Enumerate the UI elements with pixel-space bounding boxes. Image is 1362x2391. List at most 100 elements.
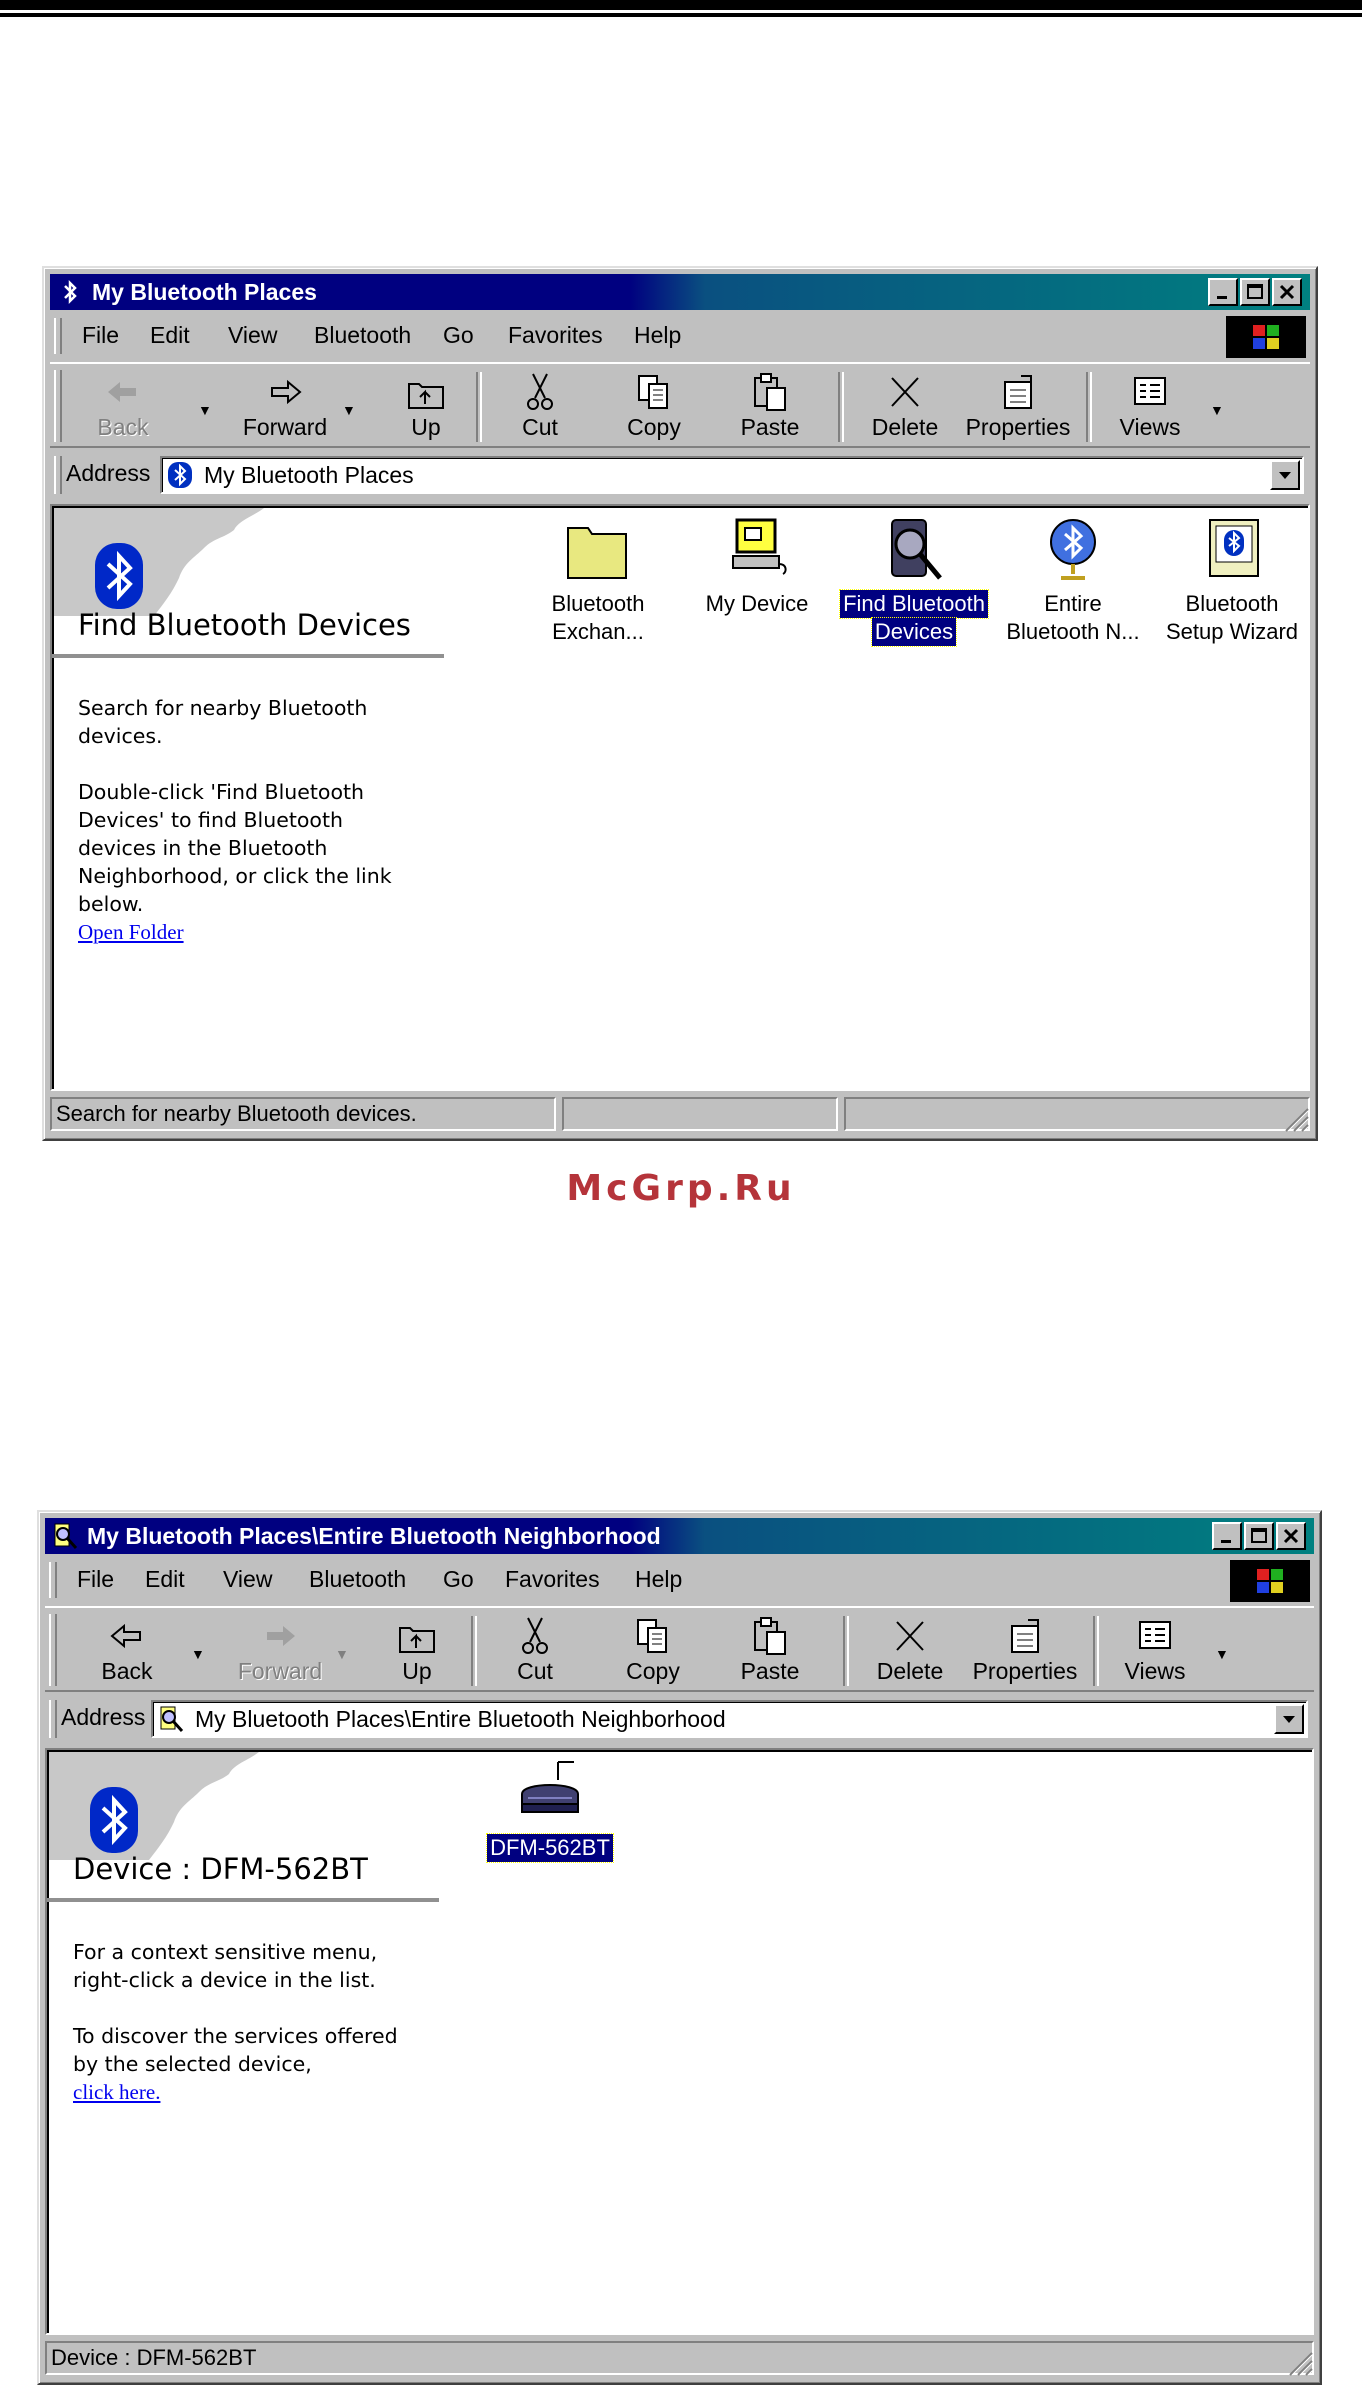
title-bar[interactable]: My Bluetooth Places\Entire Bluetooth Nei…	[45, 1518, 1314, 1554]
resize-grip-icon[interactable]	[1280, 1103, 1310, 1133]
chevron-down-icon	[1283, 1716, 1295, 1723]
menu-view[interactable]: View	[223, 1566, 272, 1593]
delete-button[interactable]: Delete	[860, 372, 950, 442]
toolbar-grip[interactable]	[49, 1614, 57, 1686]
back-dropdown-icon[interactable]: ▼	[198, 402, 212, 418]
menu-favorites[interactable]: Favorites	[508, 322, 603, 349]
maximize-button[interactable]	[1244, 1522, 1274, 1550]
back-button[interactable]: Back	[78, 372, 168, 442]
scissors-icon	[522, 1617, 548, 1654]
menu-grip[interactable]	[54, 318, 62, 354]
views-button[interactable]: Views	[1115, 1616, 1195, 1686]
menu-go[interactable]: Go	[443, 1566, 474, 1593]
item-entire-bluetooth-neighborhood[interactable]: Entire Bluetooth N...	[998, 514, 1148, 646]
forward-button[interactable]: Forward	[230, 372, 340, 442]
title-bar[interactable]: My Bluetooth Places	[50, 274, 1310, 310]
item-bluetooth-exchange[interactable]: Bluetooth Exchan...	[523, 514, 673, 646]
maximize-icon	[1251, 1528, 1267, 1543]
toolbar-separator	[476, 372, 482, 442]
forward-arrow-icon	[271, 379, 302, 405]
page-rule-thin	[0, 13, 1362, 17]
address-grip[interactable]	[54, 456, 62, 494]
forward-dropdown-icon[interactable]: ▼	[342, 402, 356, 418]
paste-icon	[754, 373, 786, 411]
standard-toolbar: Back ▼ Forward ▼ Up Cut Copy Paste Delet…	[50, 362, 1310, 448]
pane-title: Device : DFM-562BT	[73, 1852, 368, 1886]
chevron-down-icon	[1279, 472, 1291, 479]
close-button[interactable]	[1276, 1522, 1306, 1550]
views-dropdown-icon[interactable]: ▼	[1215, 1646, 1229, 1662]
item-find-bluetooth-devices[interactable]: Find Bluetooth Devices	[839, 514, 989, 647]
menu-favorites[interactable]: Favorites	[505, 1566, 600, 1593]
close-button[interactable]	[1272, 278, 1302, 306]
resize-grip-icon[interactable]	[1284, 2347, 1314, 2377]
bluetooth-logo-icon	[90, 1787, 138, 1853]
cut-button[interactable]: Cut	[500, 372, 580, 442]
minimize-button[interactable]	[1212, 1522, 1242, 1550]
toolbar-separator	[838, 372, 844, 442]
menu-bar: File Edit View Bluetooth Go Favorites He…	[45, 1558, 1314, 1602]
properties-button[interactable]: Properties	[958, 372, 1078, 442]
paste-button[interactable]: Paste	[730, 372, 810, 442]
delete-x-icon	[896, 1621, 924, 1651]
delete-button[interactable]: Delete	[865, 1616, 955, 1686]
menu-file[interactable]: File	[82, 322, 119, 349]
address-dropdown-button[interactable]	[1274, 1704, 1304, 1734]
address-input[interactable]: My Bluetooth Places	[160, 456, 1304, 494]
status-bar: Device : DFM-562BT	[45, 2339, 1314, 2377]
delete-x-icon	[891, 377, 919, 407]
open-folder-link[interactable]: Open Folder	[78, 920, 184, 944]
status-text: Device : DFM-562BT	[45, 2341, 1314, 2375]
views-button[interactable]: Views	[1110, 372, 1190, 442]
menu-grip[interactable]	[49, 1562, 57, 1598]
windows-logo-icon	[1226, 316, 1306, 358]
back-button[interactable]: Back	[87, 1616, 167, 1686]
bluetooth-icon	[168, 462, 192, 488]
globe-icon	[1050, 519, 1096, 580]
address-bar: Address My Bluetooth Places	[50, 452, 1310, 498]
cut-button[interactable]: Cut	[495, 1616, 575, 1686]
address-grip[interactable]	[49, 1700, 57, 1738]
folder-view: Device : DFM-562BT For a context sensiti…	[45, 1748, 1314, 2335]
forward-button[interactable]: Forward	[225, 1616, 335, 1686]
properties-button[interactable]: Properties	[965, 1616, 1085, 1686]
folder-view: Find Bluetooth Devices Search for nearby…	[50, 504, 1310, 1091]
copy-button[interactable]: Copy	[613, 1616, 693, 1686]
menu-bluetooth[interactable]: Bluetooth	[314, 322, 411, 349]
menu-bluetooth[interactable]: Bluetooth	[309, 1566, 406, 1593]
minimize-button[interactable]	[1208, 278, 1238, 306]
up-button[interactable]: Up	[377, 1616, 457, 1686]
copy-button[interactable]: Copy	[614, 372, 694, 442]
up-button[interactable]: Up	[386, 372, 466, 442]
paste-button[interactable]: Paste	[730, 1616, 810, 1686]
watermark-text: McGrp.Ru	[566, 1168, 796, 1209]
maximize-button[interactable]	[1240, 278, 1270, 306]
item-device-dfm-562bt[interactable]: DFM-562BT	[475, 1758, 625, 1863]
properties-icon	[1011, 1619, 1039, 1653]
item-my-device[interactable]: My Device	[682, 514, 832, 618]
status-panel-2	[562, 1097, 838, 1131]
explorer-window-my-bluetooth-places: My Bluetooth Places File Edit View Bluet…	[42, 266, 1318, 1141]
properties-icon	[1004, 375, 1032, 409]
forward-dropdown-icon[interactable]: ▼	[335, 1646, 349, 1662]
minimize-icon	[1221, 1540, 1231, 1543]
menu-view[interactable]: View	[228, 322, 277, 349]
menu-edit[interactable]: Edit	[150, 322, 190, 349]
menu-help[interactable]: Help	[634, 322, 681, 349]
toolbar-separator	[1093, 1616, 1099, 1686]
menu-go[interactable]: Go	[443, 322, 474, 349]
views-dropdown-icon[interactable]: ▼	[1210, 402, 1224, 418]
menu-edit[interactable]: Edit	[145, 1566, 185, 1593]
pane-divider	[52, 654, 444, 658]
find-devices-icon	[54, 1523, 78, 1550]
status-bar: Search for nearby Bluetooth devices.	[50, 1095, 1310, 1133]
item-bluetooth-setup-wizard[interactable]: Bluetooth Setup Wizard	[1157, 514, 1307, 646]
back-dropdown-icon[interactable]: ▼	[191, 1646, 205, 1662]
scissors-icon	[527, 373, 553, 410]
menu-file[interactable]: File	[77, 1566, 114, 1593]
address-dropdown-button[interactable]	[1270, 460, 1300, 490]
toolbar-grip[interactable]	[54, 370, 62, 442]
click-here-link[interactable]: click here.	[73, 2080, 160, 2104]
address-input[interactable]: My Bluetooth Places\Entire Bluetooth Nei…	[151, 1700, 1308, 1738]
menu-help[interactable]: Help	[635, 1566, 682, 1593]
